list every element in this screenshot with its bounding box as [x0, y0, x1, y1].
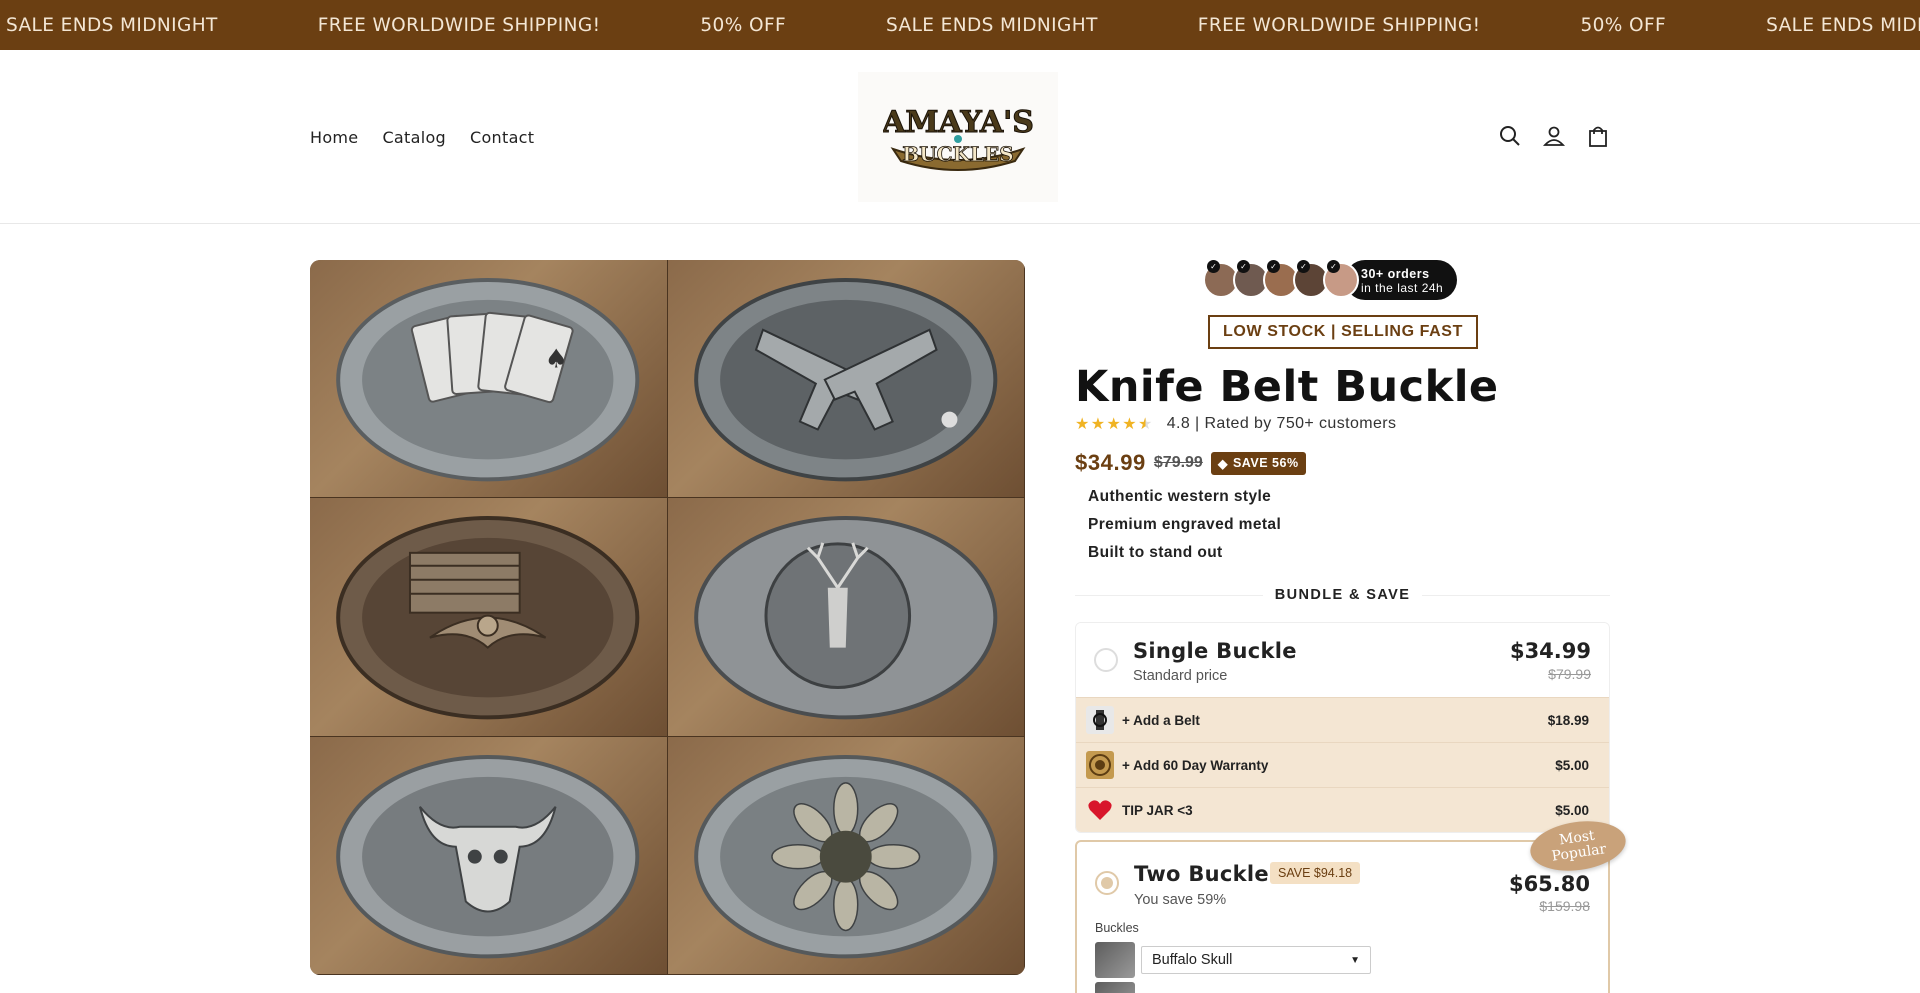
main-nav: Home Catalog Contact [310, 128, 534, 147]
check-icon: ✓ [1267, 260, 1280, 273]
orders-period: in the last 24h [1361, 281, 1444, 295]
announcement-item: 50% OFF [1580, 14, 1667, 36]
sale-price: $34.99 [1075, 450, 1146, 475]
addon-tip-jar[interactable]: TIP JAR <3 $5.00 [1076, 787, 1609, 832]
belt-icon [1086, 706, 1114, 734]
warranty-badge-icon [1086, 751, 1114, 779]
bundle-option-single[interactable]: Single Buckle Standard price $34.99 $79.… [1075, 622, 1610, 833]
addon-warranty-price: $5.00 [1555, 757, 1589, 773]
caret-down-icon: ▼ [1350, 954, 1360, 966]
feature-bullets: Authentic western style Premium engraved… [1088, 488, 1281, 572]
addon-belt-price: $18.99 [1547, 712, 1589, 728]
two-option-subtitle: You save 59% [1134, 892, 1227, 908]
single-option-compare: $79.99 [1548, 666, 1591, 682]
store-logo[interactable]: AMAYA'S BUCKLES [858, 72, 1058, 202]
svg-text:♠: ♠ [545, 345, 568, 375]
check-icon: ✓ [1327, 260, 1340, 273]
orders-text: 30+ orders in the last 24h [1345, 260, 1458, 300]
product-gallery[interactable]: ♠ [310, 260, 1025, 975]
check-icon: ✓ [1207, 260, 1220, 273]
product-title: Knife Belt Buckle [1075, 362, 1499, 412]
two-option-save-tag: SAVE $94.18 [1270, 862, 1361, 884]
variant-thumbnail [1095, 942, 1135, 978]
bundle-option-two[interactable]: Two Buckles SAVE $94.18 You save 59% $65… [1075, 815, 1629, 993]
announcement-bar: SALE ENDS MIDNIGHT FREE WORLDWIDE SHIPPI… [0, 0, 1920, 50]
star-rating: ★ ★ ★ ★ ★ [1075, 414, 1153, 434]
announcement-item: SALE ENDS MIDNIGHT [1766, 14, 1920, 36]
announcement-item: FREE WORLDWIDE SHIPPING! [317, 14, 601, 36]
addon-tip-jar-price: $5.00 [1555, 802, 1589, 818]
avatar: ✓ [1323, 260, 1359, 298]
gallery-tile-pistols-buckle[interactable] [667, 260, 1025, 499]
star-icon: ★ [1090, 416, 1106, 433]
check-icon: ✓ [1297, 260, 1310, 273]
addon-belt-label: + Add a Belt [1122, 712, 1200, 728]
header-icons [1498, 124, 1610, 148]
price-row: $34.99 $79.99 ◆ SAVE 56% [1075, 450, 1306, 476]
star-icon: ★ [1075, 416, 1090, 433]
heart-icon [1086, 796, 1114, 824]
half-star-icon: ★ [1138, 416, 1153, 433]
rating-text: 4.8 | Rated by 750+ customers [1166, 415, 1397, 432]
announcement-item: SALE ENDS MIDNIGHT [886, 14, 1098, 36]
save-badge-label: SAVE 56% [1232, 456, 1299, 470]
save-badge: ◆ SAVE 56% [1210, 451, 1306, 475]
single-option-subtitle: Standard price [1133, 668, 1228, 684]
announcement-item: FREE WORLDWIDE SHIPPING! [1197, 14, 1481, 36]
single-option-title: Single Buckle [1133, 639, 1297, 663]
divider [1422, 594, 1610, 596]
cart-icon[interactable] [1586, 124, 1610, 148]
buckles-label: Buckles [1095, 921, 1139, 935]
product-rating: ★ ★ ★ ★ ★ 4.8 | Rated by 750+ customers [1075, 414, 1396, 434]
search-icon[interactable] [1498, 124, 1522, 148]
bundle-heading: BUNDLE & SAVE [1075, 585, 1610, 605]
bundle-heading-label: BUNDLE & SAVE [1274, 587, 1411, 603]
customer-avatars: ✓ ✓ ✓ ✓ ✓ [1203, 260, 1359, 298]
feature-bullet: Authentic western style [1088, 488, 1272, 505]
gallery-tile-cards-buckle[interactable]: ♠ [310, 260, 668, 499]
two-option-title: Two Buckles [1134, 862, 1282, 886]
variant-thumbnail [1095, 982, 1135, 993]
star-icon: ★ [1106, 416, 1122, 433]
logo-text-top: AMAYA'S [883, 105, 1033, 140]
addon-warranty[interactable]: + Add 60 Day Warranty $5.00 [1076, 742, 1609, 787]
two-option-compare: $159.98 [1539, 898, 1590, 914]
nav-link-contact[interactable]: Contact [470, 128, 534, 147]
feature-bullet: Premium engraved metal [1088, 516, 1282, 533]
site-header: Home Catalog Contact AMAYA'S BUCKLES [0, 50, 1920, 224]
announcement-track: SALE ENDS MIDNIGHT FREE WORLDWIDE SHIPPI… [6, 0, 1920, 50]
recent-orders-pill: ✓ ✓ ✓ ✓ ✓ 30+ orders in the last 24h [1203, 260, 1458, 300]
gallery-tile-eagle-flag-buckle[interactable] [310, 498, 668, 737]
addon-tip-jar-label: TIP JAR <3 [1122, 802, 1193, 818]
nav-link-home[interactable]: Home [310, 128, 358, 147]
single-option-price: $34.99 [1509, 639, 1591, 663]
variant-select[interactable]: Buffalo Skull ▼ [1141, 946, 1371, 974]
gallery-tile-buffalo-skull-buckle[interactable] [310, 736, 668, 975]
addon-belt[interactable]: + Add a Belt $18.99 [1076, 697, 1609, 742]
single-option-radio[interactable] [1094, 648, 1118, 672]
variant-selected-value: Buffalo Skull [1152, 952, 1233, 968]
logo-text-bottom: BUCKLES [902, 142, 1013, 166]
tag-icon: ◆ [1217, 456, 1228, 471]
announcement-item: SALE ENDS MIDNIGHT [6, 14, 218, 36]
logo-image: AMAYA'S BUCKLES [883, 105, 1033, 171]
star-icon: ★ [1122, 416, 1137, 433]
check-icon: ✓ [1237, 260, 1250, 273]
compare-price: $79.99 [1153, 454, 1203, 471]
low-stock-badge: LOW STOCK | SELLING FAST [1208, 315, 1478, 349]
announcement-item: 50% OFF [700, 14, 787, 36]
addon-warranty-label: + Add 60 Day Warranty [1122, 757, 1269, 773]
account-icon[interactable] [1542, 124, 1566, 148]
divider [1075, 594, 1263, 596]
gallery-tile-sunflower-buckle[interactable] [667, 736, 1025, 975]
two-option-price: $65.80 [1508, 872, 1590, 896]
feature-bullet: Built to stand out [1088, 544, 1223, 561]
orders-count: 30+ orders [1361, 267, 1430, 281]
gallery-tile-deer-buckle[interactable] [667, 498, 1025, 737]
single-option-main[interactable]: Single Buckle Standard price $34.99 $79.… [1076, 623, 1609, 697]
variant-row: Buffalo Skull ▼ [1095, 942, 1371, 978]
two-option-radio[interactable] [1095, 871, 1119, 895]
nav-link-catalog[interactable]: Catalog [382, 128, 446, 147]
